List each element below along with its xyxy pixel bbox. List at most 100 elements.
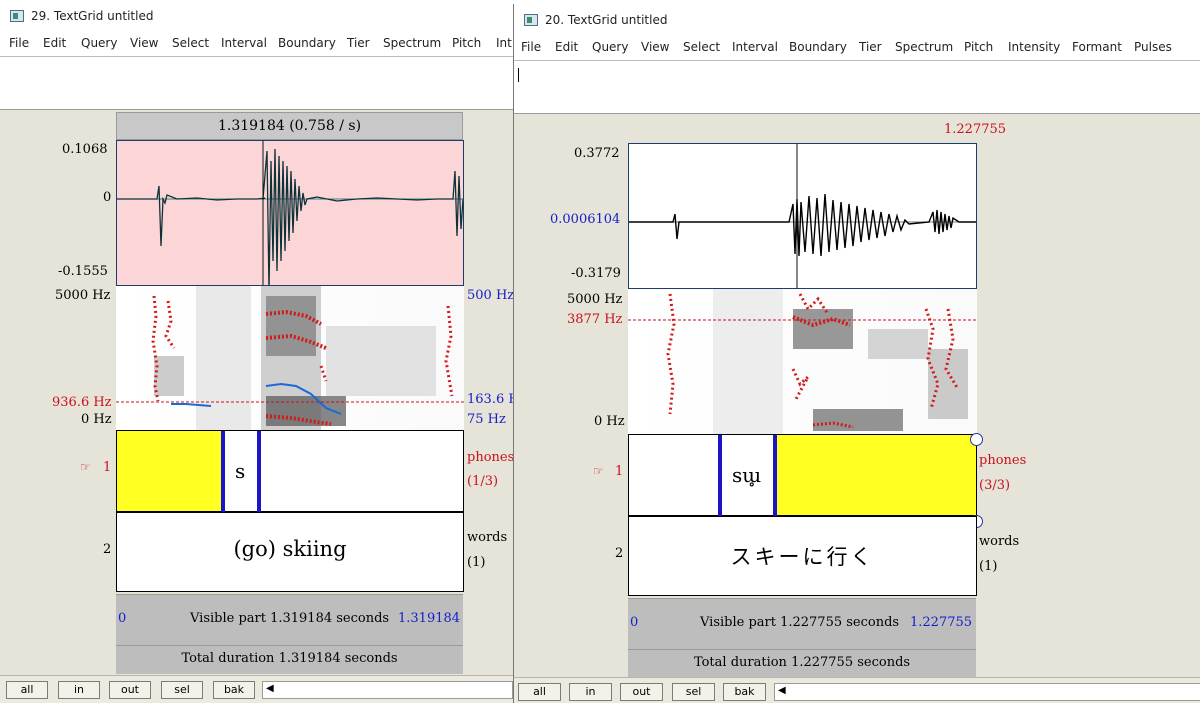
- menu-spectrum[interactable]: Spectrum: [383, 36, 441, 50]
- right-visible-part-bar[interactable]: 0 Visible part 1.227755 seconds 1.227755: [628, 598, 976, 649]
- left-wave-max-label: 0.1068: [62, 142, 108, 157]
- menu-view[interactable]: View: [130, 36, 158, 50]
- left-tier-phones[interactable]: s: [116, 430, 464, 513]
- right-total-duration-bar[interactable]: Total duration 1.227755 seconds: [628, 649, 976, 677]
- left-wave-min-label: -0.1555: [58, 264, 108, 279]
- right-phones-selected-interval[interactable]: [776, 435, 976, 515]
- menu-tier[interactable]: Tier: [859, 40, 882, 54]
- menu-query[interactable]: Query: [81, 36, 117, 50]
- left-tier2-count: (1): [467, 555, 486, 570]
- left-visible-end: 1.319184: [398, 611, 461, 626]
- right-wave-cursor-label: 0.0006104: [550, 212, 621, 227]
- window-icon: [10, 10, 24, 22]
- right-tier-phones[interactable]: sɯ̥: [628, 434, 977, 517]
- left-waveform: [117, 141, 463, 285]
- left-in-button[interactable]: in: [58, 681, 100, 699]
- right-wave-min-label: -0.3179: [571, 266, 621, 281]
- menu-interval[interactable]: Interval: [221, 36, 267, 50]
- menu-intensity[interactable]: Intensity: [1008, 40, 1060, 54]
- left-button-bar: all in out sel bak ◀: [0, 675, 513, 703]
- left-bak-button[interactable]: bak: [213, 681, 255, 699]
- right-tier1-count: (3/3): [979, 478, 1011, 493]
- right-textgrid-window: 20. TextGrid untitled File Edit Query Vi…: [513, 4, 1200, 703]
- left-visible-start: 0: [118, 611, 127, 626]
- menu-file[interactable]: File: [9, 36, 29, 50]
- left-total-duration: Total duration 1.319184 seconds: [181, 651, 398, 666]
- left-scrollbar[interactable]: ◀: [262, 681, 513, 699]
- right-visible-text: Visible part 1.227755 seconds: [700, 615, 900, 630]
- left-spec-bottom-label: 0 Hz: [81, 412, 112, 427]
- menu-boundary[interactable]: Boundary: [789, 40, 847, 54]
- right-tier2-count: (1): [979, 559, 998, 574]
- menu-pitch[interactable]: Pitch: [964, 40, 993, 54]
- left-spectrogram-graphic: [116, 286, 464, 430]
- left-tier1-count: (1/3): [467, 474, 499, 489]
- left-out-button[interactable]: out: [109, 681, 151, 699]
- left-phones-label: s: [235, 459, 246, 483]
- left-phones-boundary-1[interactable]: [221, 431, 225, 513]
- right-waveform-area[interactable]: [628, 143, 977, 289]
- right-spec-cursor-label: 3877 Hz: [567, 312, 623, 327]
- menu-view[interactable]: View: [641, 40, 669, 54]
- left-sel-button[interactable]: sel: [161, 681, 203, 699]
- right-info-textbox[interactable]: [514, 60, 1200, 114]
- menu-interval[interactable]: Interval: [732, 40, 778, 54]
- menu-boundary[interactable]: Boundary: [278, 36, 336, 50]
- hand-pointer-icon: ☞: [593, 464, 604, 478]
- scroll-left-icon[interactable]: ◀: [266, 683, 274, 694]
- left-pitch-bottom-label: 75 Hz: [467, 412, 506, 427]
- right-button-bar: all in out sel bak ◀: [514, 677, 1200, 703]
- right-in-button[interactable]: in: [569, 683, 612, 701]
- right-titlebar[interactable]: 20. TextGrid untitled: [514, 4, 1200, 36]
- window-icon: [524, 14, 538, 26]
- left-info-textbox[interactable]: [0, 56, 513, 110]
- menu-pitch[interactable]: Pitch: [452, 36, 481, 50]
- right-spec-bottom-label: 0 Hz: [594, 414, 625, 429]
- left-top-time-bar[interactable]: 1.319184 (0.758 / s): [116, 112, 463, 140]
- menu-edit[interactable]: Edit: [555, 40, 578, 54]
- right-visible-end: 1.227755: [910, 615, 973, 630]
- menu-pulses[interactable]: Pulses: [1134, 40, 1172, 54]
- right-spectrogram[interactable]: [628, 289, 977, 434]
- left-wave-zero-label: 0: [103, 190, 112, 205]
- right-all-button[interactable]: all: [518, 683, 561, 701]
- left-pitch-cursor-label: 163.6 H: [467, 392, 513, 407]
- right-bak-button[interactable]: bak: [723, 683, 766, 701]
- left-words-label: (go) skiing: [233, 537, 347, 561]
- left-pitch-top-label: 500 Hz: [467, 288, 513, 303]
- right-spectrogram-graphic: [628, 289, 977, 434]
- boundary-circle-icon[interactable]: [970, 433, 983, 446]
- left-waveform-area[interactable]: [116, 140, 464, 286]
- menu-intensity[interactable]: Int: [496, 36, 512, 50]
- menu-select[interactable]: Select: [172, 36, 209, 50]
- menu-file[interactable]: File: [521, 40, 541, 54]
- right-visible-start: 0: [630, 615, 639, 630]
- right-phones-boundary-2[interactable]: [773, 435, 777, 517]
- left-tier-words[interactable]: (go) skiing: [116, 512, 464, 592]
- right-out-button[interactable]: out: [620, 683, 663, 701]
- right-scrollbar[interactable]: ◀: [774, 683, 1200, 701]
- left-total-duration-bar[interactable]: Total duration 1.319184 seconds: [116, 645, 463, 674]
- left-all-button[interactable]: all: [6, 681, 48, 699]
- right-words-label: スキーに行く: [730, 545, 875, 569]
- right-tier1-number: 1: [615, 464, 624, 479]
- menu-query[interactable]: Query: [592, 40, 628, 54]
- right-phones-label: sɯ̥: [732, 463, 762, 487]
- left-titlebar[interactable]: 29. TextGrid untitled: [0, 0, 513, 32]
- left-phones-selected-interval[interactable]: [117, 431, 221, 511]
- menu-formant[interactable]: Formant: [1072, 40, 1122, 54]
- left-spectrogram[interactable]: [116, 286, 464, 430]
- left-top-time: 1.319184 (0.758 / s): [217, 118, 362, 134]
- left-visible-part-bar[interactable]: 0 Visible part 1.319184 seconds 1.319184: [116, 594, 463, 645]
- left-menubar: File Edit Query View Select Interval Bou…: [0, 32, 513, 56]
- right-phones-boundary-1[interactable]: [718, 435, 722, 517]
- menu-tier[interactable]: Tier: [347, 36, 370, 50]
- right-sel-button[interactable]: sel: [672, 683, 715, 701]
- left-phones-boundary-2[interactable]: [257, 431, 261, 513]
- menu-select[interactable]: Select: [683, 40, 720, 54]
- menu-edit[interactable]: Edit: [43, 36, 66, 50]
- scroll-left-icon[interactable]: ◀: [778, 685, 786, 696]
- right-tier-words[interactable]: スキーに行く: [628, 516, 977, 596]
- menu-spectrum[interactable]: Spectrum: [895, 40, 953, 54]
- left-tier2-number: 2: [103, 542, 112, 557]
